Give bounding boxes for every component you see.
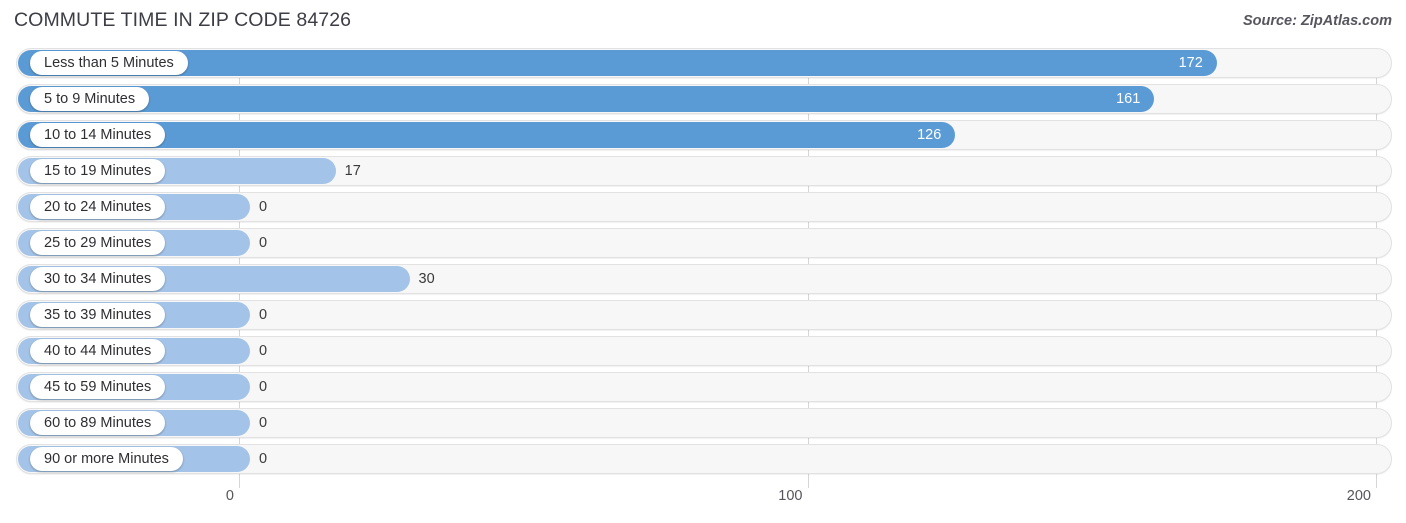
- bar-rows: Less than 5 Minutes 172 5 to 9 Minutes 161 1…: [0, 48, 1406, 480]
- bar-value-label: 0: [259, 199, 268, 215]
- plot-area: Less than 5 Minutes 172 5 to 9 Minutes 161 1…: [0, 48, 1406, 488]
- table-row: 15 to 19 Minutes 17: [0, 156, 1406, 186]
- table-row: 10 to 14 Minutes 126: [0, 120, 1406, 150]
- category-label: 10 to 14 Minutes: [30, 123, 166, 147]
- x-axis-tick: 0: [225, 488, 234, 504]
- bar-value-label: 0: [259, 379, 268, 395]
- table-row: 20 to 24 Minutes 0: [0, 192, 1406, 222]
- bar-value-label: 30: [418, 271, 435, 287]
- category-label: 30 to 34 Minutes: [30, 267, 166, 291]
- bar: [18, 50, 1217, 76]
- x-axis-tick: 100: [778, 488, 803, 504]
- category-label: 90 or more Minutes: [30, 447, 183, 471]
- table-row: 90 or more Minutes 0: [0, 444, 1406, 474]
- category-label: 40 to 44 Minutes: [30, 339, 166, 363]
- table-row: Less than 5 Minutes 172: [0, 48, 1406, 78]
- x-axis-tick: 200: [1346, 488, 1371, 504]
- table-row: 35 to 39 Minutes 0: [0, 300, 1406, 330]
- bar-value-label: 0: [259, 307, 268, 323]
- source-attribution: Source: ZipAtlas.com: [1242, 13, 1392, 29]
- table-row: 45 to 59 Minutes 0: [0, 372, 1406, 402]
- bar: [18, 86, 1155, 112]
- bar-value-label: 0: [259, 451, 268, 467]
- category-label: 5 to 9 Minutes: [30, 87, 150, 111]
- category-label: 45 to 59 Minutes: [30, 375, 166, 399]
- table-row: 5 to 9 Minutes 161: [0, 84, 1406, 114]
- category-label: 20 to 24 Minutes: [30, 195, 166, 219]
- category-label: 35 to 39 Minutes: [30, 303, 166, 327]
- bar-value-label: 0: [259, 415, 268, 431]
- bar-value-label: 161: [1116, 91, 1141, 107]
- table-row: 60 to 89 Minutes 0: [0, 408, 1406, 438]
- x-axis: 0 100 200: [0, 488, 1406, 523]
- page-title: COMMUTE TIME IN ZIP CODE 84726: [14, 9, 352, 31]
- category-label: 15 to 19 Minutes: [30, 159, 166, 183]
- bar-value-label: 126: [917, 127, 942, 143]
- category-label: 60 to 89 Minutes: [30, 411, 166, 435]
- table-row: 25 to 29 Minutes 0: [0, 228, 1406, 258]
- bar-value-label: 0: [259, 343, 268, 359]
- table-row: 30 to 34 Minutes 30: [0, 264, 1406, 294]
- category-label: Less than 5 Minutes: [30, 51, 188, 75]
- bar-value-label: 172: [1178, 55, 1203, 71]
- commute-time-bar-chart: COMMUTE TIME IN ZIP CODE 84726 Source: Z…: [0, 0, 1406, 523]
- table-row: 40 to 44 Minutes 0: [0, 336, 1406, 366]
- category-label: 25 to 29 Minutes: [30, 231, 166, 255]
- bar-value-label: 17: [344, 163, 361, 179]
- bar-value-label: 0: [259, 235, 268, 251]
